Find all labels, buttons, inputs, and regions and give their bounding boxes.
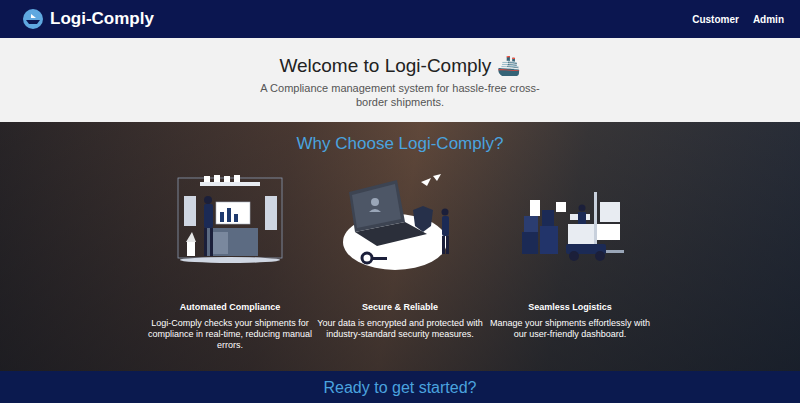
card-text: Manage your shipments effortlessly with …: [486, 318, 654, 341]
card-title: Seamless Logistics: [528, 302, 612, 312]
feature-card: Secure & Reliable Your data is encrypted …: [315, 172, 485, 352]
card-title: Secure & Reliable: [362, 302, 438, 312]
hero-subtitle: A Compliance management system for hassl…: [245, 81, 555, 110]
globe-ship-icon: [22, 8, 44, 30]
features-heading: Why Choose Logi-Comply?: [297, 134, 504, 154]
nav-link[interactable]: Customer: [692, 14, 739, 25]
hero-title: Welcome to Logi-Comply 🚢: [279, 54, 520, 77]
nav-link[interactable]: Admin: [753, 14, 784, 25]
illustration: [510, 172, 630, 272]
laptop-shield-icon: [335, 172, 465, 272]
features-section: Why Choose Logi-Comply? Automated Complia…: [0, 122, 800, 371]
hero: Welcome to Logi-Comply 🚢 A Compliance man…: [0, 38, 800, 122]
office-desk-icon: [170, 172, 290, 272]
brand[interactable]: Logi-Comply: [22, 8, 154, 30]
feature-card: Automated Compliance Logi-Comply checks y…: [145, 172, 315, 352]
cta-heading: Ready to get started?: [324, 379, 477, 403]
card-title: Automated Compliance: [180, 302, 281, 312]
page: Logi-Comply Customer Admin Welcome to Logi-…: [0, 0, 800, 403]
card-text: Your data is encrypted and protected wit…: [316, 318, 484, 341]
card-text: Logi-Comply checks your shipments for co…: [146, 318, 314, 352]
navbar: Logi-Comply Customer Admin: [0, 0, 800, 38]
illustration: [170, 172, 290, 272]
ship-emoji: 🚢: [497, 55, 521, 76]
cta-section: Ready to get started?: [0, 371, 800, 403]
feature-cards: Automated Compliance Logi-Comply checks y…: [145, 172, 655, 352]
forklift-boxes-icon: [510, 172, 630, 272]
brand-name: Logi-Comply: [50, 9, 154, 29]
feature-card: Seamless Logistics Manage your shipments …: [485, 172, 655, 352]
illustration: [335, 172, 465, 272]
nav-links: Customer Admin: [692, 14, 784, 25]
